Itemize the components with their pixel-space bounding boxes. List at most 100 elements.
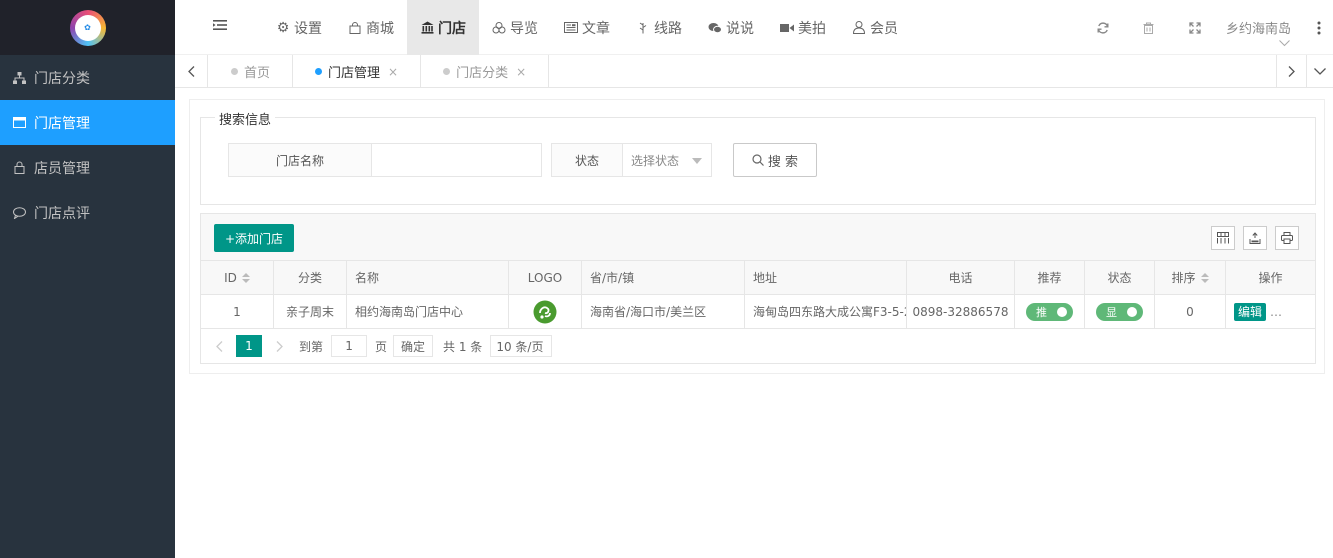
tab-store-category[interactable]: 门店分类 × <box>421 55 550 88</box>
col-header-logo: LOGO <box>509 261 582 294</box>
add-store-button[interactable]: +添加门店 <box>214 224 295 252</box>
tab-dot <box>315 68 323 75</box>
goto-confirm-button[interactable]: 确定 <box>393 335 434 357</box>
nav-item-talk[interactable]: 说说 <box>695 0 767 55</box>
logo[interactable]: ✿ <box>69 9 106 46</box>
nav-item-label: 门店 <box>438 20 466 37</box>
toggle-label: 推 <box>1036 305 1047 319</box>
close-icon[interactable]: × <box>516 65 526 79</box>
nav-item-member[interactable]: 会员 <box>839 0 911 55</box>
nav-item-label: 导览 <box>510 20 538 37</box>
cell-region: 海南省/海口市/美兰区 <box>582 295 745 328</box>
window-icon <box>12 116 26 130</box>
nav-item-label: 美拍 <box>798 20 826 37</box>
col-header-address: 地址 <box>745 261 907 294</box>
sidebar-item-staff-manage[interactable]: 店员管理 <box>0 145 175 190</box>
recommend-toggle[interactable]: 推 <box>1026 302 1073 321</box>
sidebar-item-label: 门店点评 <box>34 205 90 222</box>
store-name-input[interactable] <box>371 143 542 177</box>
next-page-icon[interactable] <box>267 340 291 352</box>
nav-item-route[interactable]: 线路 <box>623 0 695 55</box>
col-header-region: 省/市/镇 <box>582 261 745 294</box>
edit-button[interactable]: 编辑 <box>1234 302 1267 321</box>
col-header-label: 电话 <box>948 271 973 285</box>
nav-item-label: 会员 <box>870 20 898 37</box>
logo-mark: ✿ <box>74 14 101 41</box>
toggle-knob <box>1057 306 1067 317</box>
nav-item-article[interactable]: 文章 <box>551 0 623 55</box>
col-header-sort[interactable]: 排序 <box>1155 261 1226 294</box>
search-panel: 搜索信息 门店名称 状态 选择状态 搜 索 <box>200 109 1316 205</box>
tabs: 首页 门店管理 × 门店分类 × <box>209 55 550 88</box>
sidebar: ✿ 门店分类 门店管理 店员管理 门店点评 <box>0 0 175 558</box>
bank-icon <box>420 21 434 35</box>
chevron-down-icon <box>1279 36 1291 51</box>
nav-item-label: 说说 <box>726 20 754 37</box>
status-select[interactable]: 选择状态 <box>622 143 712 177</box>
caret-down-icon <box>692 158 702 164</box>
trash-icon[interactable] <box>1126 0 1172 55</box>
cell-id: 1 <box>201 295 274 328</box>
nav-item-settings[interactable]: ⚙ 设置 <box>263 0 335 55</box>
sidebar-item-store-category[interactable]: 门店分类 <box>0 55 175 100</box>
col-header-id[interactable]: ID <box>201 261 274 294</box>
print-icon[interactable] <box>1275 226 1299 250</box>
refresh-icon[interactable] <box>1080 0 1126 55</box>
page-number-input[interactable]: 1 <box>331 335 368 357</box>
sort-icon[interactable] <box>241 272 250 283</box>
menu-fold-icon[interactable] <box>213 19 229 35</box>
more-vertical-icon[interactable] <box>1305 0 1333 55</box>
fullscreen-icon[interactable] <box>1172 0 1218 55</box>
current-page[interactable]: 1 <box>236 335 262 357</box>
col-header-label: LOGO <box>527 270 563 285</box>
close-icon[interactable]: × <box>388 65 398 79</box>
page-size-select[interactable]: 10 条/页 <box>490 335 553 357</box>
sitemap-icon <box>12 71 26 85</box>
toggle-knob <box>1127 306 1137 317</box>
nav-item-photo[interactable]: 美拍 <box>767 0 839 55</box>
nav-item-label: 线路 <box>654 20 682 37</box>
sidebar-item-label: 店员管理 <box>34 160 90 177</box>
nav-item-store[interactable]: 门店 <box>407 0 479 55</box>
tab-home[interactable]: 首页 <box>209 55 294 88</box>
columns-icon[interactable] <box>1211 226 1235 250</box>
lock-icon <box>12 161 26 175</box>
user-name: 乡约海南岛 <box>1225 22 1291 37</box>
newspaper-icon <box>564 21 578 35</box>
cell-logo <box>509 295 582 328</box>
user-menu[interactable]: 乡约海南岛 <box>1218 0 1305 55</box>
col-header-label: 名称 <box>355 271 380 285</box>
sort-icon[interactable] <box>1200 272 1209 283</box>
cell-category: 亲子周末 <box>274 295 347 328</box>
nav-item-mall[interactable]: 商城 <box>335 0 407 55</box>
sidebar-item-store-review[interactable]: 门店点评 <box>0 190 175 235</box>
search-button-label: 搜 索 <box>767 154 799 170</box>
prev-page-icon[interactable] <box>207 340 231 352</box>
tab-scroll-right-icon[interactable] <box>1276 55 1306 88</box>
gears-icon: ⚙ <box>276 19 290 36</box>
table-toolbar: +添加门店 <box>201 214 1315 261</box>
col-header-label: 地址 <box>753 271 778 285</box>
search-button[interactable]: 搜 索 <box>733 143 817 177</box>
col-header-category: 分类 <box>274 261 347 294</box>
pagination: 1 到第 1 页 确定 共 1 条 10 条/页 <box>201 333 553 359</box>
col-header-name: 名称 <box>347 261 509 294</box>
tab-store-manage[interactable]: 门店管理 × <box>293 55 422 88</box>
top-nav: ⚙ 设置 商城 门店 导览 文章 线路 说说 美拍 会员 <box>263 0 911 55</box>
tab-dot <box>231 68 238 75</box>
cubes-icon <box>492 21 506 35</box>
export-icon[interactable] <box>1243 226 1267 250</box>
sidebar-item-store-manage[interactable]: 门店管理 <box>0 100 175 145</box>
nav-item-guide[interactable]: 导览 <box>479 0 551 55</box>
tab-menu-chevron-down-icon[interactable] <box>1306 55 1333 88</box>
col-header-label: 推荐 <box>1037 271 1062 285</box>
store-logo-image <box>533 300 557 323</box>
more-actions[interactable]: … <box>1270 305 1282 319</box>
col-header-label: 状态 <box>1107 271 1132 285</box>
sidebar-item-label: 门店管理 <box>34 115 90 132</box>
status-toggle[interactable]: 显 <box>1096 302 1143 321</box>
col-header-recommend: 推荐 <box>1015 261 1085 294</box>
tab-scroll-left-icon[interactable] <box>175 55 208 88</box>
tab-label: 门店分类 <box>456 66 509 81</box>
total-count: 共 1 条 <box>443 339 483 354</box>
